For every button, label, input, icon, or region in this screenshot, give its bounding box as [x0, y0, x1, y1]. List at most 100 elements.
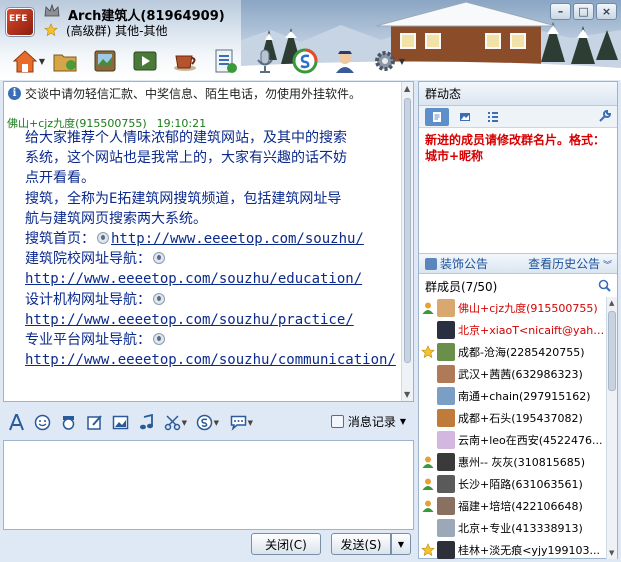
- member-row[interactable]: 长沙+陌路(631063561): [419, 473, 605, 495]
- avatar[interactable]: [437, 387, 455, 405]
- link-label: 专业平台网址导航：: [25, 332, 151, 349]
- emoji-button[interactable]: [33, 413, 51, 431]
- close-window-button[interactable]: ×: [596, 3, 617, 20]
- announcement-history-link[interactable]: 查看历史公告 ︾: [528, 255, 612, 272]
- group-voice-button[interactable]: [246, 44, 283, 78]
- chat-scrollbar[interactable]: ▲ ▼: [401, 82, 413, 401]
- member-row[interactable]: 成都-沧海(2285420755): [419, 341, 605, 363]
- link-label: 搜筑首页：: [25, 231, 95, 248]
- scroll-thumb[interactable]: [608, 311, 616, 391]
- member-row[interactable]: 佛山+cjz九度(915500755): [419, 297, 605, 319]
- member-row[interactable]: 云南+leo在西安(4522476...: [419, 429, 605, 451]
- group-share-button[interactable]: [46, 44, 83, 78]
- smiley-icon: [153, 292, 165, 305]
- main-toolbar: ▼ ▼: [6, 44, 405, 78]
- member-row[interactable]: 惠州-- 灰灰(310815685): [419, 451, 605, 473]
- security-notice: i 交谈中请勿轻信汇款、中奖信息、陌生电话，勿使用外挂软件。: [4, 82, 413, 104]
- avatar[interactable]: [437, 453, 455, 471]
- message-line: http://www.eeeetop.com/souzhu/education/: [25, 269, 403, 289]
- avatar[interactable]: [437, 299, 455, 317]
- group-settings-button[interactable]: ▼: [366, 44, 405, 78]
- avatar[interactable]: [437, 541, 455, 559]
- font-button[interactable]: [7, 413, 25, 431]
- member-name: 佛山+cjz九度(915500755): [458, 302, 598, 315]
- education-link[interactable]: http://www.eeeetop.com/souzhu/education/: [25, 271, 362, 287]
- avatar[interactable]: [437, 497, 455, 515]
- avatar[interactable]: [437, 365, 455, 383]
- members-count-label: 群成员(7/50): [425, 279, 498, 294]
- group-app-button[interactable]: [286, 44, 323, 78]
- member-name: 福建+培培(422106648): [458, 500, 583, 513]
- chevron-down-icon[interactable]: ▼: [214, 419, 219, 427]
- avatar[interactable]: [437, 343, 455, 361]
- tab-announcement[interactable]: [425, 107, 449, 126]
- message-input[interactable]: [3, 440, 414, 530]
- member-row[interactable]: 福建+培培(422106648): [419, 495, 605, 517]
- message-history-button[interactable]: 消息记录 ▼: [330, 413, 406, 430]
- officer-icon: [335, 51, 354, 73]
- member-row[interactable]: 成都+石头(195437082): [419, 407, 605, 429]
- soso-button[interactable]: ▼: [195, 413, 219, 431]
- image-button[interactable]: [111, 413, 129, 431]
- member-row[interactable]: 北京+xiaoT<nicaift@yaho...: [419, 319, 605, 341]
- checklist-icon: [215, 49, 237, 73]
- scroll-down-arrow-icon[interactable]: ▼: [609, 549, 614, 557]
- edit-button[interactable]: [85, 413, 103, 431]
- admin-star-icon: [421, 543, 435, 557]
- avatar[interactable]: [437, 409, 455, 427]
- scroll-up-arrow-icon[interactable]: ▲: [404, 84, 410, 93]
- member-row[interactable]: 南通+chain(297915162): [419, 385, 605, 407]
- search-icon[interactable]: [598, 279, 611, 292]
- member-name: 成都-沧海(2285420755): [458, 346, 585, 359]
- wrench-icon[interactable]: [598, 109, 612, 123]
- avatar[interactable]: [437, 475, 455, 493]
- practice-link[interactable]: http://www.eeeetop.com/souzhu/practice/: [25, 312, 354, 328]
- member-list[interactable]: 佛山+cjz九度(915500755) 北京+xiaoT<nicaift@yaho…: [419, 297, 605, 559]
- chevron-down-icon[interactable]: ▼: [248, 419, 253, 427]
- close-button[interactable]: 关闭(C): [251, 533, 321, 555]
- member-row[interactable]: 北京+专业(413338913): [419, 517, 605, 539]
- magic-emoji-button[interactable]: [59, 413, 77, 431]
- group-task-button[interactable]: [206, 44, 243, 78]
- chevron-down-icon[interactable]: ▼: [182, 419, 187, 427]
- group-avatar[interactable]: EFE: [6, 8, 34, 36]
- member-scrollbar[interactable]: ▲ ▼: [606, 297, 617, 559]
- member-name: 武汉+茜茜(632986323): [458, 368, 583, 381]
- group-video-button[interactable]: [126, 44, 163, 78]
- send-options-button[interactable]: ▼: [391, 533, 411, 555]
- scroll-thumb[interactable]: [404, 98, 411, 363]
- group-activity-header: 群动态: [419, 82, 617, 106]
- decorate-announcement-button[interactable]: 装饰公告: [425, 255, 488, 272]
- member-row[interactable]: 武汉+茜茜(632986323): [419, 363, 605, 385]
- group-sidebar: 群动态 新进的成员请修改群名片。格式：城市+昵称 装饰公告 查看历史公告 ︾ 群…: [418, 81, 618, 559]
- chat-history[interactable]: i 交谈中请勿轻信汇款、中奖信息、陌生电话，勿使用外挂软件。 佛山+cjz九度(…: [3, 81, 414, 402]
- tab-list[interactable]: [481, 108, 505, 126]
- message-line: http://www.eeeetop.com/souzhu/communicat…: [25, 350, 403, 370]
- maximize-button[interactable]: □: [573, 3, 594, 20]
- message-history-label: 消息记录: [347, 415, 396, 429]
- group-coffee-button[interactable]: [166, 44, 203, 78]
- input-toolbar: ▼ ▼ ▼ 消息记录 ▼: [3, 406, 414, 438]
- more-button[interactable]: ▼: [229, 413, 253, 431]
- group-admin-button[interactable]: [326, 44, 363, 78]
- chevron-down-icon: ▼: [397, 539, 405, 549]
- avatar[interactable]: [437, 431, 455, 449]
- coffee-cup-icon: [173, 55, 196, 71]
- group-home-button[interactable]: ▼: [6, 44, 45, 78]
- music-button[interactable]: [137, 413, 155, 431]
- tab-album[interactable]: [453, 108, 477, 126]
- member-row[interactable]: 桂林+淡无痕<yjy199103...: [419, 539, 605, 559]
- member-name: 长沙+陌路(631063561): [458, 478, 583, 491]
- scroll-down-arrow-icon[interactable]: ▼: [404, 390, 410, 399]
- member-name: 桂林+淡无痕<yjy199103...: [458, 544, 600, 557]
- minimize-button[interactable]: –: [550, 3, 571, 20]
- screenshot-button[interactable]: ▼: [163, 413, 187, 431]
- send-button[interactable]: 发送(S): [331, 533, 391, 555]
- avatar[interactable]: [437, 321, 455, 339]
- member-name: 云南+leo在西安(4522476...: [458, 434, 603, 447]
- group-album-button[interactable]: [86, 44, 123, 78]
- avatar[interactable]: [437, 519, 455, 537]
- communication-link[interactable]: http://www.eeeetop.com/souzhu/communicat…: [25, 352, 396, 368]
- scroll-up-arrow-icon[interactable]: ▲: [609, 299, 614, 307]
- home-link[interactable]: http://www.eeeetop.com/souzhu/: [111, 231, 364, 247]
